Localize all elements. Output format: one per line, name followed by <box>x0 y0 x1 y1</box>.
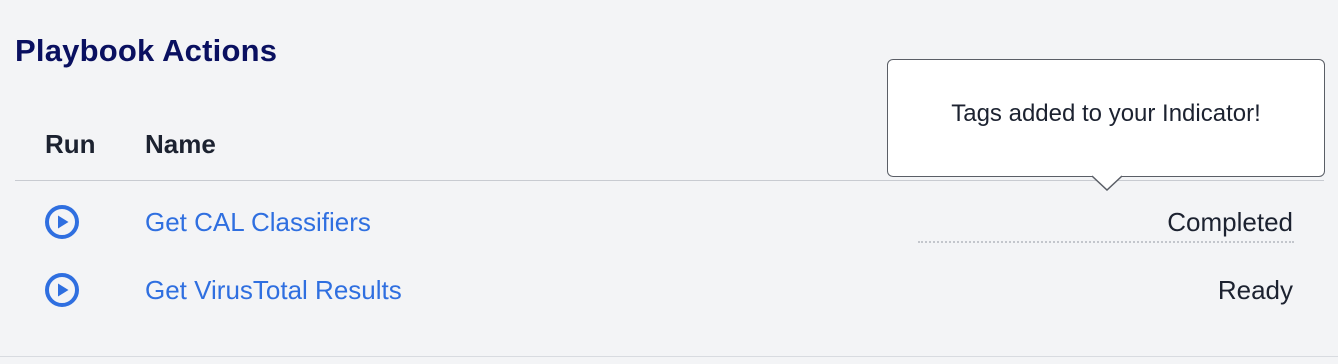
status-text[interactable]: Completed <box>1167 207 1293 238</box>
action-name-link[interactable]: Get CAL Classifiers <box>145 207 371 238</box>
action-name-link[interactable]: Get VirusTotal Results <box>145 275 402 306</box>
status-dotted-underline <box>918 241 1294 243</box>
table-row: Get VirusTotal Results Ready <box>0 270 1338 310</box>
page-title: Playbook Actions <box>15 33 278 68</box>
column-header-name: Name <box>145 129 216 159</box>
play-circle-icon <box>45 273 79 307</box>
tooltip-arrow <box>1092 175 1122 191</box>
bottom-divider <box>0 356 1338 357</box>
run-button[interactable] <box>44 272 80 308</box>
tooltip: Tags added to your Indicator! <box>887 59 1325 177</box>
header-divider <box>15 180 1324 181</box>
column-header-run: Run <box>45 129 96 159</box>
tooltip-text: Tags added to your Indicator! <box>951 100 1261 127</box>
play-circle-icon <box>45 205 79 239</box>
run-button[interactable] <box>44 204 80 240</box>
status-text: Ready <box>1217 275 1293 305</box>
table-row: Get CAL Classifiers Completed <box>0 202 1338 243</box>
